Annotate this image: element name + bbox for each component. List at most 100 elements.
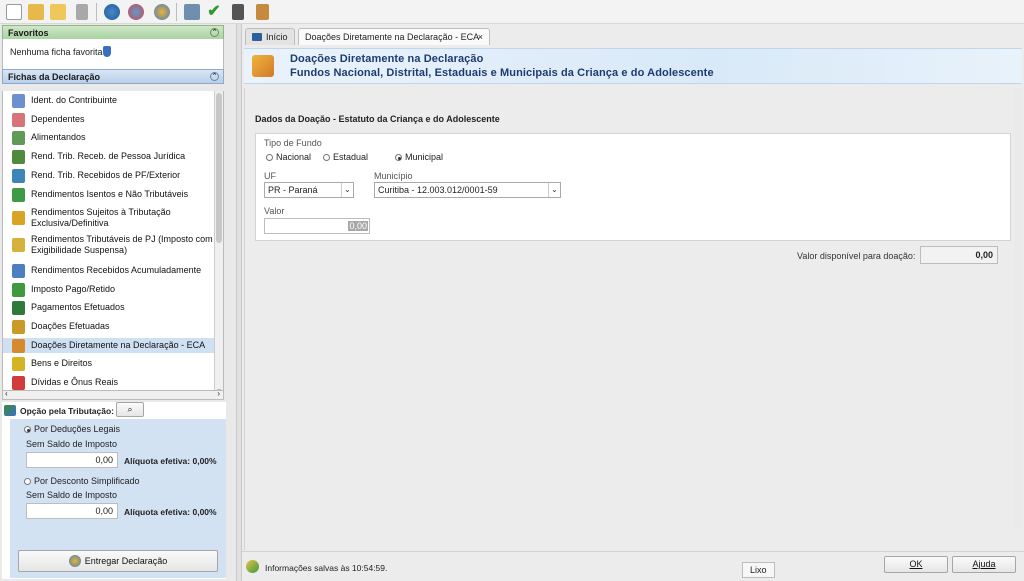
valor-label: Valor [264,206,285,216]
section-title: Dados da Doação - Estatuto da Criança e … [255,114,500,124]
clock-document-icon [12,263,25,278]
ficha-item-label: Rendimentos Recebidos Acumuladamente [31,265,202,275]
collapse-icon[interactable]: ⌃ [210,72,219,81]
municipal-label: Municipal [405,152,444,162]
left-panel: Favoritos ⌃ Nenhuma ficha favorita Ficha… [0,24,236,581]
radio-unselected-icon[interactable] [323,154,330,161]
book-icon[interactable] [256,4,269,20]
radio-unselected-icon[interactable] [24,478,31,485]
valor-input[interactable]: 0,00 [264,218,370,234]
saved-check-icon [246,560,259,573]
ficha-item-1[interactable]: Ident. do Contribuinte [3,93,217,108]
web-icon[interactable] [154,4,170,20]
receita-net-icon[interactable] [128,4,144,20]
globe-icon[interactable] [104,4,120,20]
form-scrollbar[interactable] [1015,88,1022,528]
ficha-item-11[interactable]: Pagamentos Efetuados [3,300,217,315]
suspended-money-icon [12,237,25,252]
favoritos-empty-text: Nenhuma ficha favorita [10,47,103,57]
ficha-item-label: Pagamentos Efetuados [31,302,125,312]
money-building-icon [12,149,25,164]
uf-value: PR - Paraná [268,185,318,195]
favoritos-header[interactable]: Favoritos ⌃ [2,25,224,40]
ficha-item-2[interactable]: Dependentes [3,112,217,127]
ficha-item-5[interactable]: Rend. Trib. Recebidos de PF/Exterior [3,168,217,183]
scroll-left-icon[interactable]: ‹ [5,389,8,398]
radio-selected-icon[interactable] [395,154,402,161]
ficha-item-9[interactable]: Rendimentos Recebidos Acumuladamente [3,263,217,278]
scroll-right-icon[interactable]: › [217,389,220,398]
deducoes-radio[interactable]: Por Deduções Legais [24,424,120,434]
radio-nacional[interactable]: Nacional [266,152,311,162]
ficha-item-6[interactable]: Rendimentos Isentos e Não Tributáveis [3,187,217,202]
calculator-icon[interactable] [232,4,244,20]
debt-arrow-icon [12,375,25,390]
main-toolbar: ✔ [0,0,1024,24]
ficha-item-4[interactable]: Rend. Trib. Receb. de Pessoa Jurídica [3,149,217,164]
deliver-icon [68,555,81,567]
open-folder-icon[interactable] [28,4,44,20]
radio-unselected-icon[interactable] [266,154,273,161]
horizontal-scrollbar[interactable]: ‹ › [2,389,224,400]
ficha-item-label: Rend. Trib. Recebidos de PF/Exterior [31,170,181,180]
desconto-radio[interactable]: Por Desconto Simplificado [24,476,140,486]
tab-inicio[interactable]: Início [245,28,295,45]
ficha-item-15[interactable]: Dívidas e Ônus Reais [3,375,217,390]
tab-doacoes-eca[interactable]: Doações Diretamente na Declaração - ECA … [298,28,490,45]
collapse-icon[interactable]: ⌃ [210,28,219,37]
favoritos-box: Nenhuma ficha favorita [2,39,224,69]
tab-doacoes-label: Doações Diretamente na Declaração - ECA [305,32,480,42]
municipio-select[interactable]: Curitiba - 12.003.012/0001-59 ⌄ [374,182,561,198]
ok-button[interactable]: OK [884,556,948,573]
donation-icon [12,338,25,353]
ficha-item-12[interactable]: Doações Efetuadas [3,319,217,334]
tipo-fundo-label: Tipo de Fundo [264,138,322,148]
uf-label: UF [264,171,276,181]
scrollbar-thumb[interactable] [216,93,222,243]
ficha-item-10[interactable]: Imposto Pago/Retido [3,282,217,297]
fichas-title: Fichas da Declaração [8,72,101,82]
valor-value: 0,00 [348,221,368,231]
opcao-tributacao-panel: Opção pela Tributação: ⌕ Por Deduções Le… [2,402,226,579]
deducoes-label: Por Deduções Legais [34,424,121,434]
entregar-declaracao-button[interactable]: Entregar Declaração [18,550,218,572]
ficha-item-label: Alimentandos [31,132,86,142]
vertical-scrollbar[interactable]: ⌄ [214,91,223,393]
fichas-list: Ident. do Contribuinte Dependentes Aliment… [2,91,224,394]
disponivel-label: Valor disponível para doação: [797,251,916,261]
ficha-item-label: Rend. Trib. Receb. de Pessoa Jurídica [31,151,186,161]
banner-title: Doações Diretamente na Declaração [290,53,484,65]
search-button[interactable]: ⌕ [116,402,144,417]
ficha-item-label: Imposto Pago/Retido [31,284,116,294]
deducoes-value-field: 0,00 [26,452,118,468]
check-icon[interactable]: ✔ [206,4,222,20]
municipio-value: Curitiba - 12.003.012/0001-59 [378,185,498,195]
ficha-item-label: Rendimentos Sujeitos à Tributação Exclus… [31,206,171,228]
ficha-item-8[interactable]: Rendimentos Tributáveis de PJ (Imposto c… [3,232,217,257]
folder-icon[interactable] [50,4,66,20]
ficha-item-3[interactable]: Alimentandos [3,130,217,145]
home-icon [252,33,262,41]
chevron-down-icon[interactable]: ⌄ [548,183,560,197]
new-document-icon[interactable] [6,4,22,20]
print-icon[interactable] [184,4,200,20]
desconto-sub: Sem Saldo de Imposto [26,490,118,500]
fichas-header[interactable]: Fichas da Declaração ⌃ [2,69,224,84]
shield-icon [103,46,111,57]
uf-select[interactable]: PR - Paraná ⌄ [264,182,354,198]
ficha-item-13[interactable]: Doações Diretamente na Declaração - ECA [3,338,217,353]
ficha-item-14[interactable]: Bens e Direitos [3,356,217,371]
nacional-label: Nacional [276,152,312,162]
opcao-body: Por Deduções Legais Sem Saldo de Imposto… [10,419,226,578]
radio-selected-icon[interactable] [24,426,31,433]
close-tab-icon[interactable]: × [478,29,483,45]
desconto-aliquota: Alíquota efetiva: 0,00% [124,507,217,517]
radio-estadual[interactable]: Estadual [323,152,368,162]
ficha-item-label: Dependentes [31,114,85,124]
trash-icon[interactable] [76,4,88,20]
money-globe-icon [12,168,25,183]
ajuda-button[interactable]: Ajuda [952,556,1016,573]
chevron-down-icon[interactable]: ⌄ [341,183,353,197]
ficha-item-7[interactable]: Rendimentos Sujeitos à Tributação Exclus… [3,205,217,230]
radio-municipal[interactable]: Municipal [395,152,443,162]
